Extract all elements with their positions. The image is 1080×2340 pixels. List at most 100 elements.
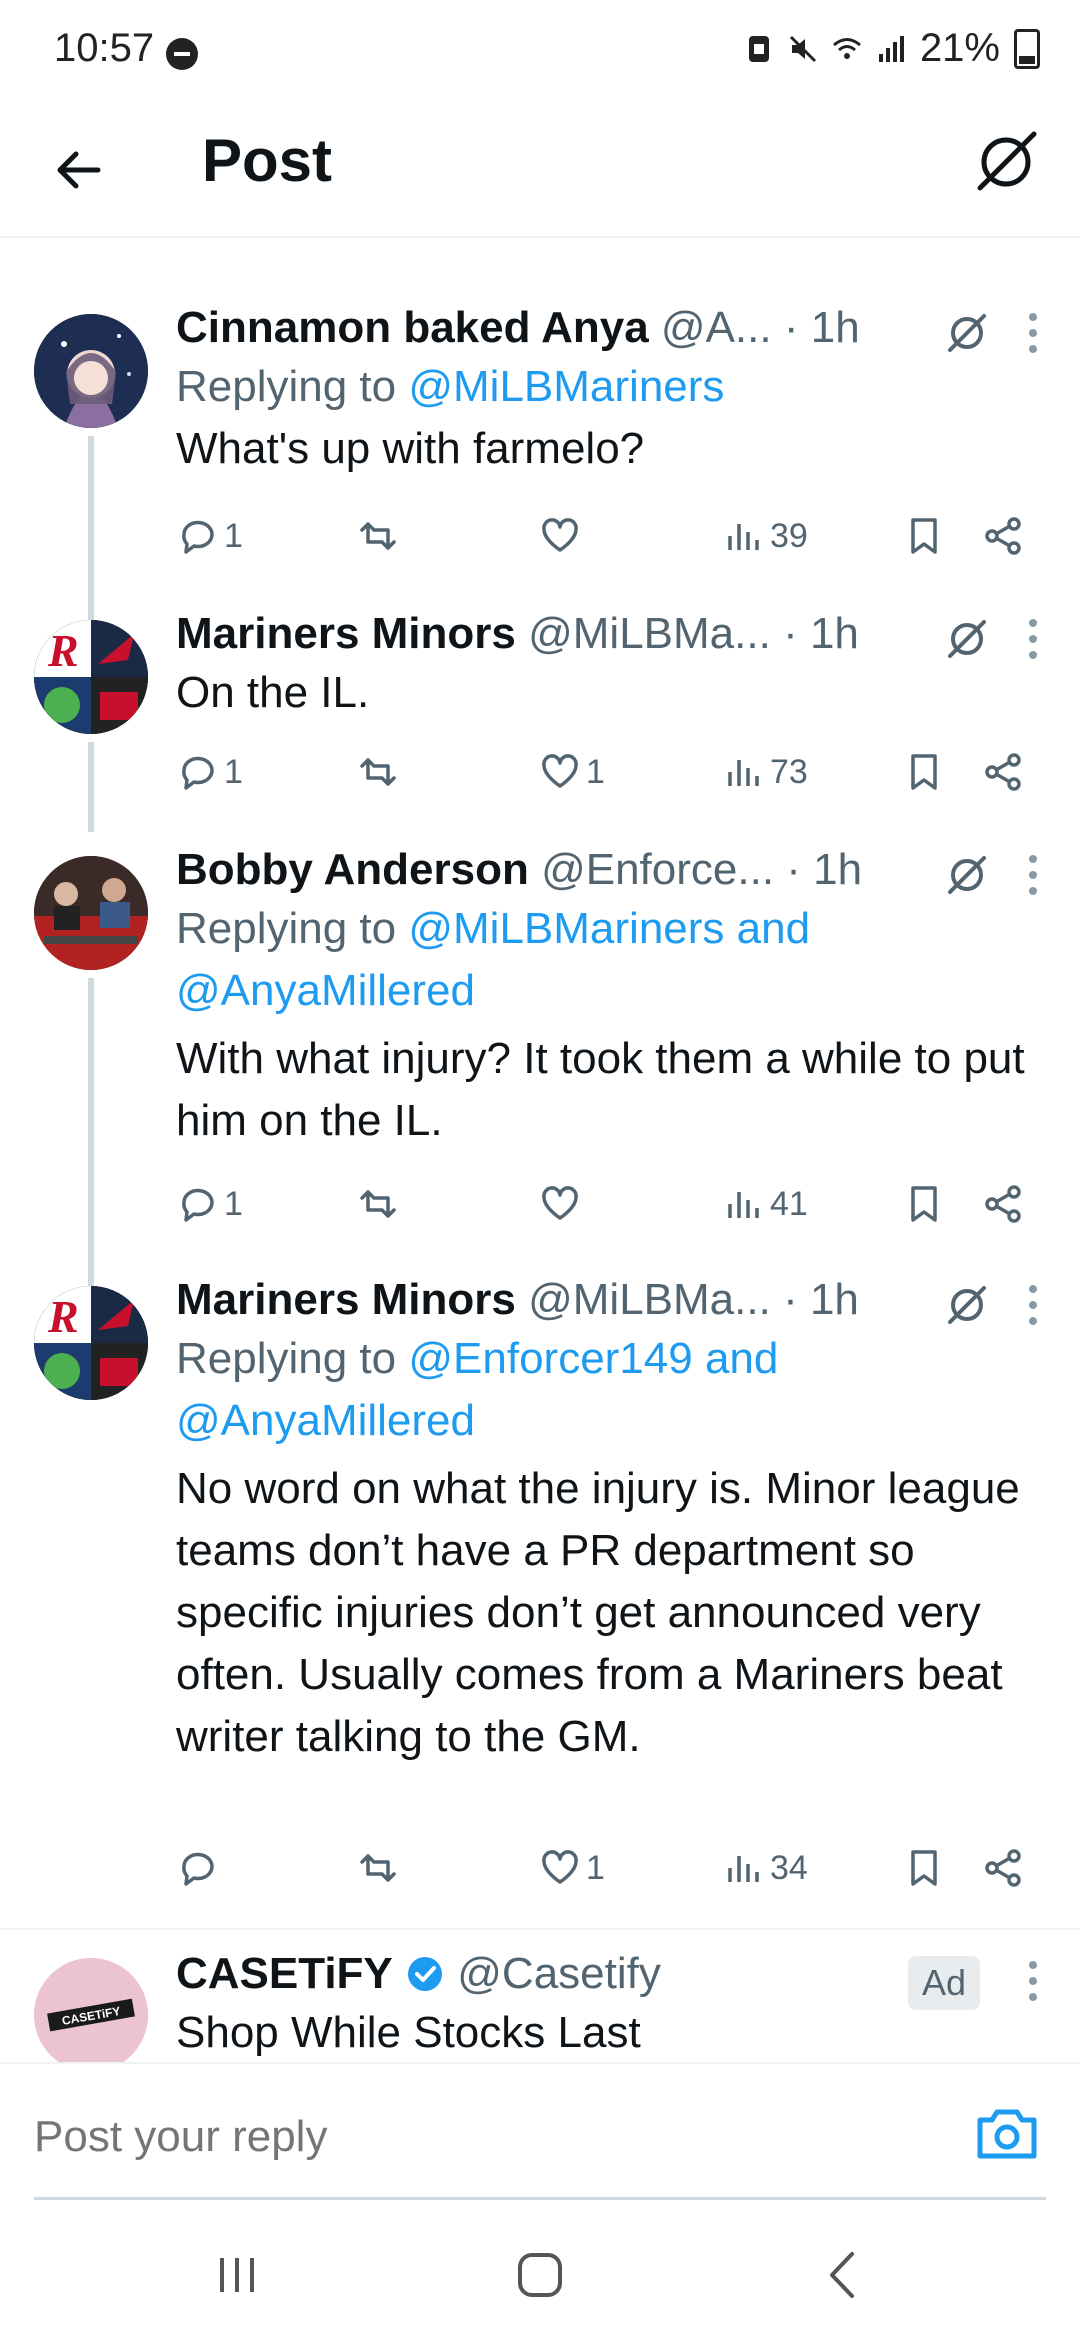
tweet-text: No word on what the injury is. Minor lea… (176, 1464, 1020, 1761)
display-name[interactable]: Mariners Minors (176, 609, 516, 658)
back-arrow-icon[interactable] (40, 130, 120, 210)
wifi-icon (832, 37, 861, 59)
avatar[interactable] (34, 314, 148, 428)
more-options-icon[interactable] (1026, 1956, 1040, 2006)
header: Post (0, 100, 1080, 238)
share-button[interactable] (982, 514, 1026, 558)
signal-icon (878, 35, 904, 62)
views-button[interactable]: 34 (722, 1846, 808, 1890)
timestamp: · 1h (783, 303, 860, 352)
heart-icon (542, 1850, 578, 1884)
display-name[interactable]: Bobby Anderson (176, 845, 529, 894)
status-time: 10:57 (54, 26, 155, 70)
heart-icon (542, 754, 578, 788)
bookmark-button[interactable] (902, 1846, 946, 1890)
verified-badge-icon (408, 1957, 443, 1991)
more-options-icon[interactable] (1026, 614, 1040, 664)
mute-icon (789, 35, 816, 62)
more-options-icon[interactable] (1026, 1280, 1040, 1330)
share-button[interactable] (982, 750, 1026, 794)
tweet-actions: 1 41 (176, 1182, 1060, 1242)
mention-link[interactable]: @AnyaMillered (176, 1396, 475, 1445)
tweet-text: With what injury? It took them a while t… (176, 1034, 1025, 1145)
mention-link[interactable]: @AnyaMillered (176, 966, 475, 1015)
reply-input[interactable] (34, 2112, 834, 2162)
share-icon (985, 1185, 1021, 1223)
promoted-tweet[interactable]: CASETiFY CASETiFY @Casetify Shop While S… (0, 1928, 1080, 2080)
grok-icon[interactable] (942, 308, 992, 358)
home-icon[interactable] (505, 2240, 575, 2310)
bookmark-button[interactable] (902, 1182, 946, 1226)
bookmark-button[interactable] (902, 514, 946, 558)
reply-button[interactable]: 1 (176, 514, 243, 558)
like-button[interactable]: 1 (538, 1846, 605, 1890)
retweet-button[interactable] (356, 750, 404, 794)
reply-icon (182, 756, 214, 790)
grok-icon[interactable] (966, 122, 1046, 202)
share-icon (985, 753, 1021, 791)
views-button[interactable]: 41 (722, 1182, 808, 1226)
avatar[interactable] (34, 856, 148, 970)
ad-badge: Ad (907, 1956, 980, 2010)
status-bar: 10:57 21% (0, 0, 1080, 100)
more-options-icon[interactable] (1026, 850, 1040, 900)
tweet-text: On the IL. (176, 668, 370, 717)
bookmark-icon (911, 518, 937, 554)
notification-icon (166, 38, 198, 70)
thread-line (88, 436, 94, 622)
views-button[interactable]: 73 (722, 750, 808, 794)
replying-to: Replying to @MiLBMariners (176, 362, 725, 411)
handle[interactable]: @MiLBMa... (528, 609, 771, 658)
display-name[interactable]: Mariners Minors (176, 1275, 516, 1324)
like-button[interactable]: 1 (538, 750, 605, 794)
reply-button[interactable] (176, 1846, 224, 1890)
mention-link[interactable]: @MiLBMariners (408, 362, 724, 411)
display-name[interactable]: Cinnamon baked Anya (176, 303, 649, 352)
back-icon[interactable] (808, 2240, 878, 2310)
share-button[interactable] (982, 1846, 1026, 1890)
retweet-button[interactable] (356, 514, 404, 558)
handle[interactable]: @Enforce... (541, 845, 774, 894)
avatar[interactable]: CASETiFY (34, 1958, 148, 2072)
like-button[interactable] (538, 514, 586, 558)
share-icon (985, 1849, 1021, 1887)
more-options-icon[interactable] (1026, 308, 1040, 358)
share-button[interactable] (982, 1182, 1026, 1226)
avatar-image: R (34, 1286, 148, 1400)
timestamp: · 1h (783, 609, 859, 658)
recent-apps-icon[interactable] (202, 2240, 272, 2310)
bookmark-icon (911, 1850, 937, 1886)
bookmark-button[interactable] (902, 750, 946, 794)
retweet-button[interactable] (356, 1846, 404, 1890)
reply-composer (0, 2062, 1080, 2200)
mention-link[interactable]: @MiLBMariners and (408, 904, 810, 953)
handle[interactable]: @A... (661, 303, 772, 352)
retweet-icon (360, 1190, 396, 1218)
handle[interactable]: @Casetify (457, 1949, 661, 1998)
display-name[interactable]: CASETiFY (176, 1949, 393, 1998)
like-button[interactable] (538, 1182, 586, 1226)
timestamp: · 1h (783, 1275, 859, 1324)
timestamp: · 1h (786, 845, 863, 894)
svg-text:R: R (47, 1291, 79, 1342)
reply-button[interactable]: 1 (176, 1182, 243, 1226)
grok-icon[interactable] (942, 1280, 992, 1330)
replying-to: Replying to @Enforcer149 and @AnyaMiller… (176, 1334, 779, 1445)
retweet-button[interactable] (356, 1182, 404, 1226)
grok-icon[interactable] (942, 614, 992, 664)
bookmark-icon (911, 1186, 937, 1222)
handle[interactable]: @MiLBMa... (528, 1275, 771, 1324)
battery-icon (1014, 28, 1040, 69)
avatar[interactable]: R (34, 620, 148, 734)
tweet-actions: 1 1 73 (176, 750, 1060, 810)
avatar-image (34, 314, 148, 428)
tweet-actions: 1 39 (176, 514, 1060, 574)
system-nav-bar (0, 2200, 1080, 2340)
reply-button[interactable]: 1 (176, 750, 243, 794)
avatar[interactable]: R (34, 1286, 148, 1400)
casetify-logo: CASETiFY (34, 1958, 148, 2072)
grok-icon[interactable] (942, 850, 992, 900)
mention-link[interactable]: @Enforcer149 and (408, 1334, 778, 1383)
camera-icon[interactable] (974, 2104, 1040, 2164)
views-button[interactable]: 39 (722, 514, 808, 558)
